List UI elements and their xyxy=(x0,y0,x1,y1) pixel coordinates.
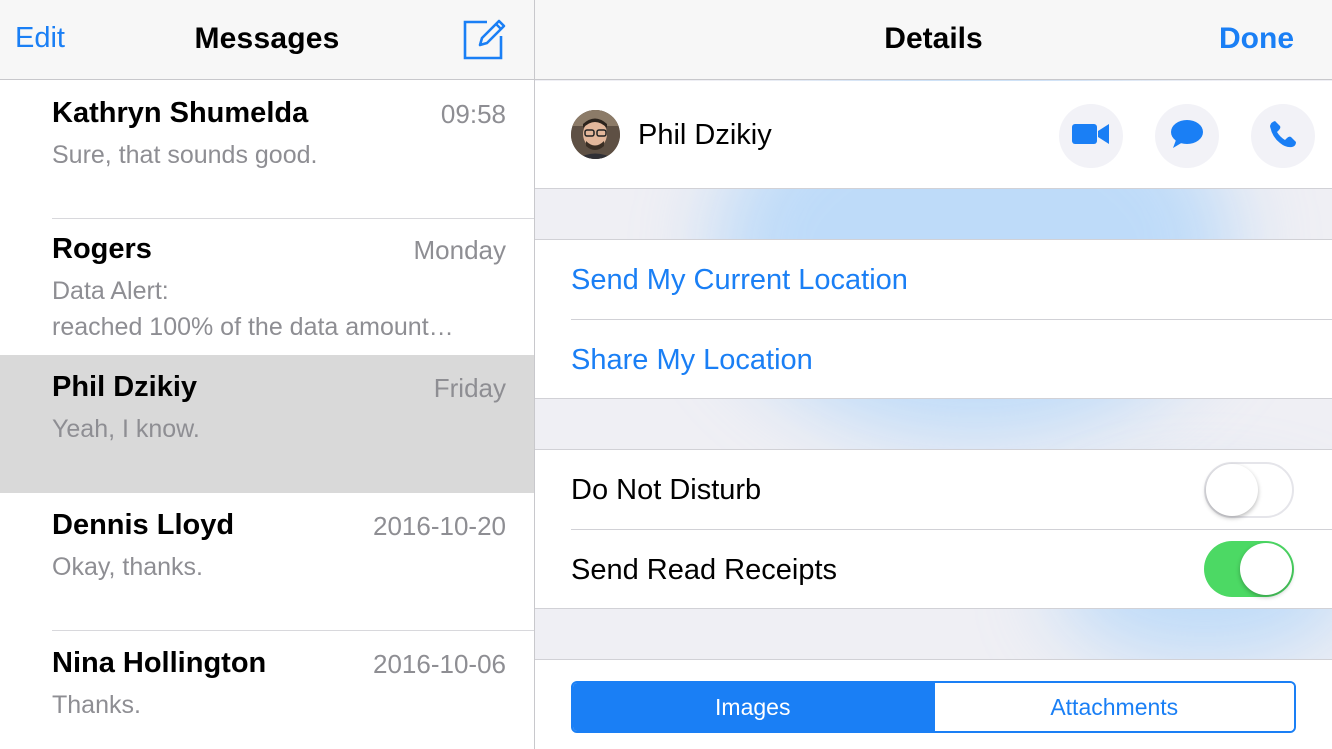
row-separator xyxy=(571,319,1332,320)
conversation-row[interactable]: Rogers Monday Data Alert: reached 100% o… xyxy=(0,217,534,355)
do-not-disturb-toggle[interactable] xyxy=(1204,462,1294,518)
messages-pane: Edit Messages Kathryn Shumelda 09:58 Sur… xyxy=(0,0,534,749)
phone-call-button[interactable] xyxy=(1251,104,1315,168)
conversation-preview: Yeah, I know. xyxy=(52,411,512,447)
section-border xyxy=(535,188,1332,189)
preview-line: Data Alert: xyxy=(52,277,169,305)
read-receipts-label: Send Read Receipts xyxy=(571,554,837,586)
conversation-name: Phil Dzikiy xyxy=(52,371,198,403)
send-current-location-button[interactable]: Send My Current Location xyxy=(571,264,908,297)
preview-line: Okay, thanks. xyxy=(52,553,203,581)
conversation-name: Rogers xyxy=(52,233,152,265)
conversation-row[interactable]: Kathryn Shumelda 09:58 Sure, that sounds… xyxy=(0,81,534,219)
preview-line: Thanks. xyxy=(52,691,141,719)
phone-icon xyxy=(1268,119,1298,154)
conversation-name: Kathryn Shumelda xyxy=(52,97,309,129)
contact-name: Phil Dzikiy xyxy=(638,119,772,151)
details-pane: Details Done Phil Dzikiy Send My Current… xyxy=(535,0,1332,749)
messages-navbar: Edit Messages xyxy=(0,0,534,80)
toggle-knob xyxy=(1206,464,1258,516)
conversation-row[interactable]: Nina Hollington 2016-10-06 Thanks. xyxy=(0,631,534,749)
preview-line: Yeah, I know. xyxy=(52,415,200,443)
conversation-name: Dennis Lloyd xyxy=(52,509,235,541)
compose-icon[interactable] xyxy=(461,16,507,62)
conversation-preview: Data Alert: reached 100% of the data amo… xyxy=(52,273,512,345)
section-border xyxy=(535,398,1332,399)
settings-group: Do Not Disturb Send Read Receipts xyxy=(535,450,1332,609)
do-not-disturb-label: Do Not Disturb xyxy=(571,474,762,506)
conversation-time: Monday xyxy=(413,235,507,265)
done-button[interactable]: Done xyxy=(1219,22,1294,56)
attachments-segment[interactable]: Attachments xyxy=(932,683,1294,731)
toggle-knob xyxy=(1240,543,1292,595)
message-bubble-icon xyxy=(1170,119,1204,154)
conversation-preview: Thanks. xyxy=(52,687,512,723)
share-location-button[interactable]: Share My Location xyxy=(571,344,813,377)
location-group: Send My Current Location Share My Locati… xyxy=(535,240,1332,399)
read-receipts-toggle[interactable] xyxy=(1204,541,1294,597)
images-segment[interactable]: Images xyxy=(573,683,933,731)
details-navbar: Details Done xyxy=(535,0,1332,80)
row-separator xyxy=(571,529,1332,530)
contact-row[interactable]: Phil Dzikiy xyxy=(535,81,1332,189)
conversation-row[interactable]: Dennis Lloyd 2016-10-20 Okay, thanks. xyxy=(0,493,534,631)
video-camera-icon xyxy=(1072,122,1110,151)
conversation-time: 2016-10-06 xyxy=(373,649,506,679)
conversation-preview: Sure, that sounds good. xyxy=(52,137,512,173)
conversation-time: 2016-10-20 xyxy=(373,511,506,541)
messages-title: Messages xyxy=(194,22,340,55)
conversation-name: Nina Hollington xyxy=(52,647,267,679)
conversation-time: 09:58 xyxy=(440,99,506,129)
conversation-row-selected[interactable]: Phil Dzikiy Friday Yeah, I know. xyxy=(0,355,534,493)
media-segmented-control: Images Attachments xyxy=(571,681,1296,733)
conversation-time: Friday xyxy=(433,373,506,403)
conversation-preview: Okay, thanks. xyxy=(52,549,512,585)
section-border xyxy=(535,608,1332,609)
preview-line: Sure, that sounds good. xyxy=(52,141,318,169)
preview-line: reached 100% of the data amount… xyxy=(52,313,454,341)
message-button[interactable] xyxy=(1155,104,1219,168)
avatar xyxy=(571,110,620,159)
media-segment-group: Images Attachments xyxy=(535,660,1332,749)
video-call-button[interactable] xyxy=(1059,104,1123,168)
details-title: Details xyxy=(884,22,983,55)
